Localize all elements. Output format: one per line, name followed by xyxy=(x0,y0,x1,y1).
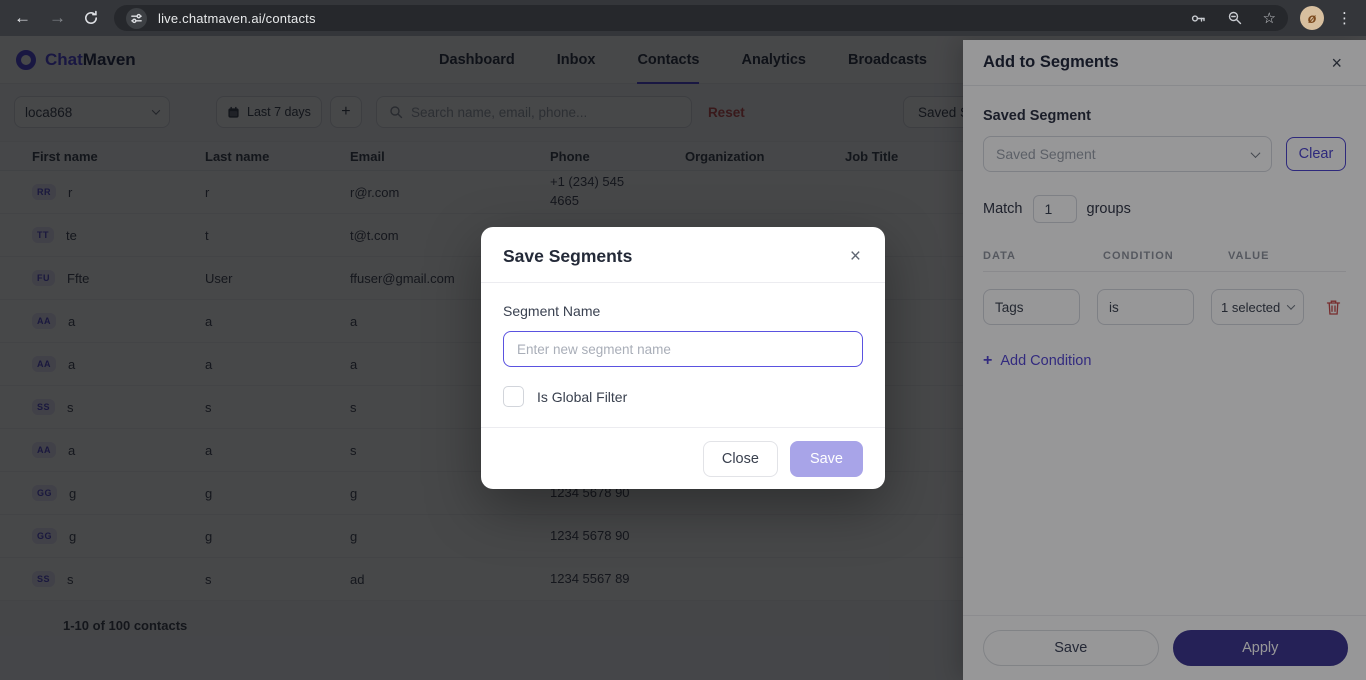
bookmark-star-icon[interactable]: ☆ xyxy=(1263,9,1276,27)
browser-profile-avatar[interactable]: ø xyxy=(1300,6,1324,30)
modal-body: Segment Name Is Global Filter xyxy=(481,283,885,427)
browser-toolbar: ← → live.chatmaven.ai/contacts ☆ ø ⋮ xyxy=(0,0,1366,36)
browser-forward-icon[interactable]: → xyxy=(49,0,66,36)
modal-footer: Close Save xyxy=(481,427,885,490)
browser-menu-icon[interactable]: ⋮ xyxy=(1337,9,1352,27)
url-text[interactable]: live.chatmaven.ai/contacts xyxy=(158,11,316,26)
segment-name-label: Segment Name xyxy=(503,303,863,319)
save-segments-modal: Save Segments × Segment Name Is Global F… xyxy=(481,227,885,489)
browser-reload-icon[interactable] xyxy=(83,10,99,26)
is-global-filter-label: Is Global Filter xyxy=(537,389,627,405)
page-viewport: ChatMaven Dashboard Inbox Contacts Analy… xyxy=(0,36,1366,680)
modal-header: Save Segments × xyxy=(481,227,885,283)
password-key-icon[interactable] xyxy=(1190,10,1207,27)
segment-name-input[interactable] xyxy=(503,331,863,367)
modal-close-icon[interactable]: × xyxy=(850,247,861,266)
modal-save-button[interactable]: Save xyxy=(790,441,863,477)
modal-close-button[interactable]: Close xyxy=(703,441,778,477)
screen: ← → live.chatmaven.ai/contacts ☆ ø ⋮ xyxy=(0,0,1366,680)
browser-back-icon[interactable]: ← xyxy=(14,0,31,36)
is-global-filter-checkbox[interactable] xyxy=(503,386,524,407)
modal-title: Save Segments xyxy=(503,246,632,267)
site-settings-icon[interactable] xyxy=(126,8,147,29)
address-bar[interactable]: live.chatmaven.ai/contacts ☆ xyxy=(114,5,1288,31)
zoom-icon[interactable] xyxy=(1227,10,1243,26)
